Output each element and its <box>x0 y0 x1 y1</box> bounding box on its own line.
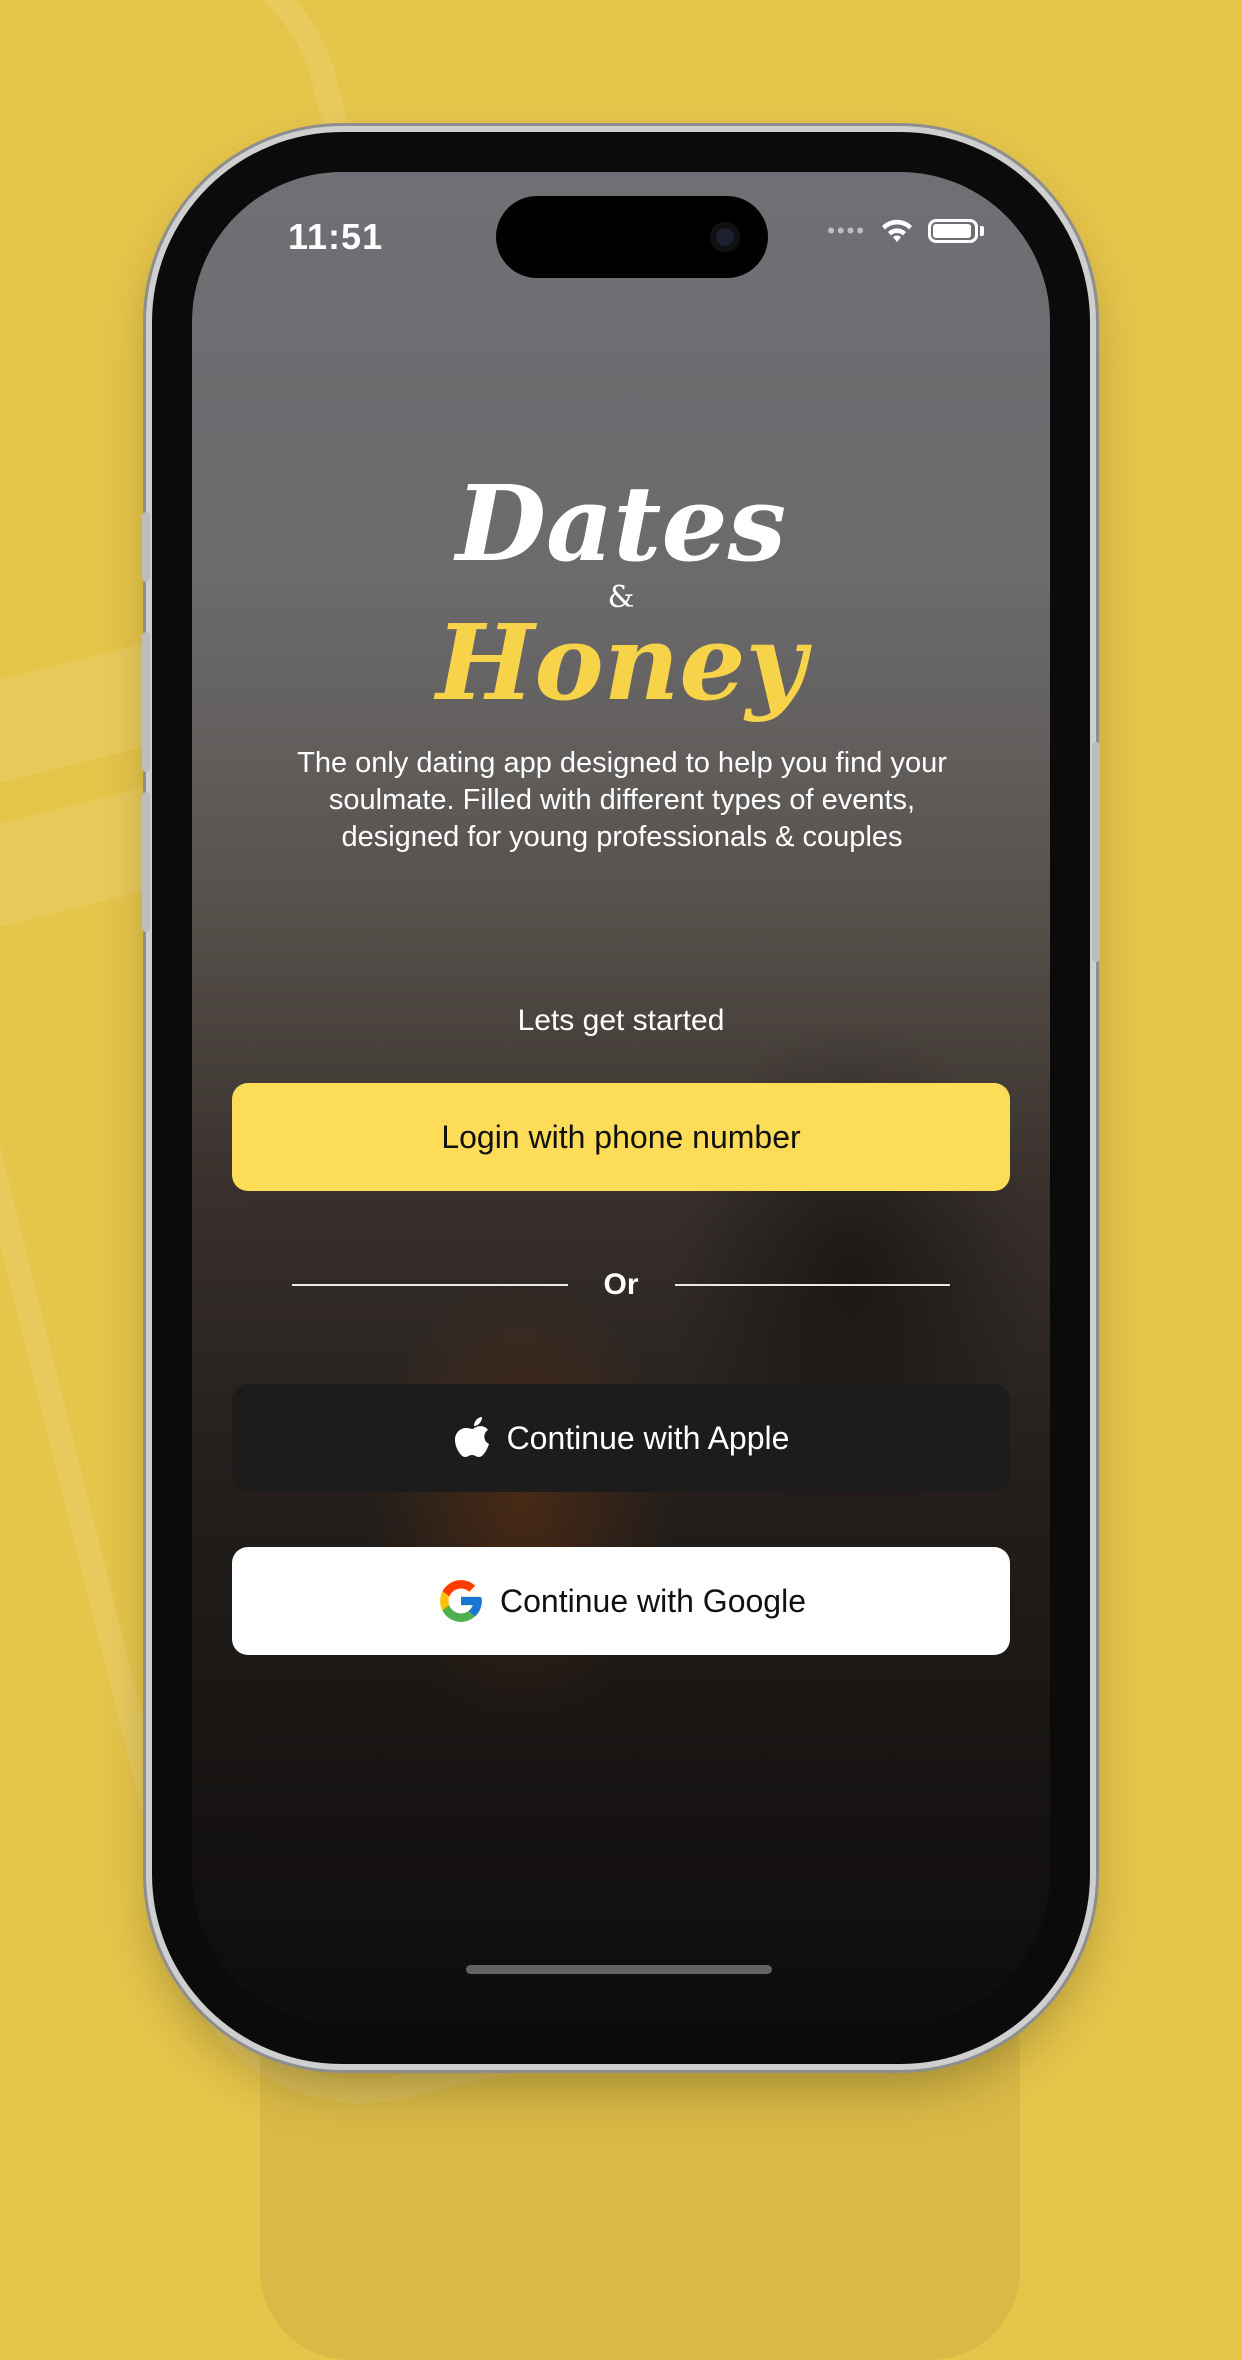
app-tagline: The only dating app designed to help you… <box>297 747 947 853</box>
divider-line-left <box>292 1284 568 1286</box>
battery-icon <box>928 219 978 243</box>
front-camera-icon <box>710 222 740 252</box>
google-logo-icon <box>440 1580 482 1622</box>
logo-honey: Honey <box>436 601 806 724</box>
power-button <box>1092 742 1100 962</box>
volume-up-button <box>142 632 150 772</box>
logo-dates: Dates <box>455 462 787 585</box>
login-phone-button[interactable]: Login with phone number <box>232 1083 1010 1191</box>
status-icons: •••• <box>827 218 984 244</box>
login-phone-label: Login with phone number <box>441 1118 801 1155</box>
or-label: Or <box>603 1268 639 1301</box>
home-indicator[interactable] <box>466 1965 772 1974</box>
continue-google-label: Continue with Google <box>500 1582 806 1619</box>
or-divider: Or <box>292 1268 951 1302</box>
apple-logo-icon <box>454 1417 489 1457</box>
status-time: 11:51 <box>288 216 384 257</box>
continue-google-button[interactable]: Continue with Google <box>232 1547 1010 1655</box>
app-logo: Dates & Honey <box>192 472 1050 715</box>
action-button <box>142 512 150 582</box>
continue-apple-label: Continue with Apple <box>506 1419 790 1456</box>
volume-down-button <box>142 792 150 932</box>
battery-cap <box>980 226 984 236</box>
dynamic-island <box>496 196 768 278</box>
app-screen: 11:51 •••• Dates & Honey The only dating… <box>192 172 1050 2024</box>
wifi-icon <box>882 219 912 242</box>
continue-apple-button[interactable]: Continue with Apple <box>232 1384 1010 1492</box>
get-started-label: Lets get started <box>517 1004 725 1037</box>
phone-frame: 11:51 •••• Dates & Honey The only dating… <box>142 132 1100 2064</box>
divider-line-right <box>674 1284 951 1286</box>
signal-icon: •••• <box>827 218 866 243</box>
